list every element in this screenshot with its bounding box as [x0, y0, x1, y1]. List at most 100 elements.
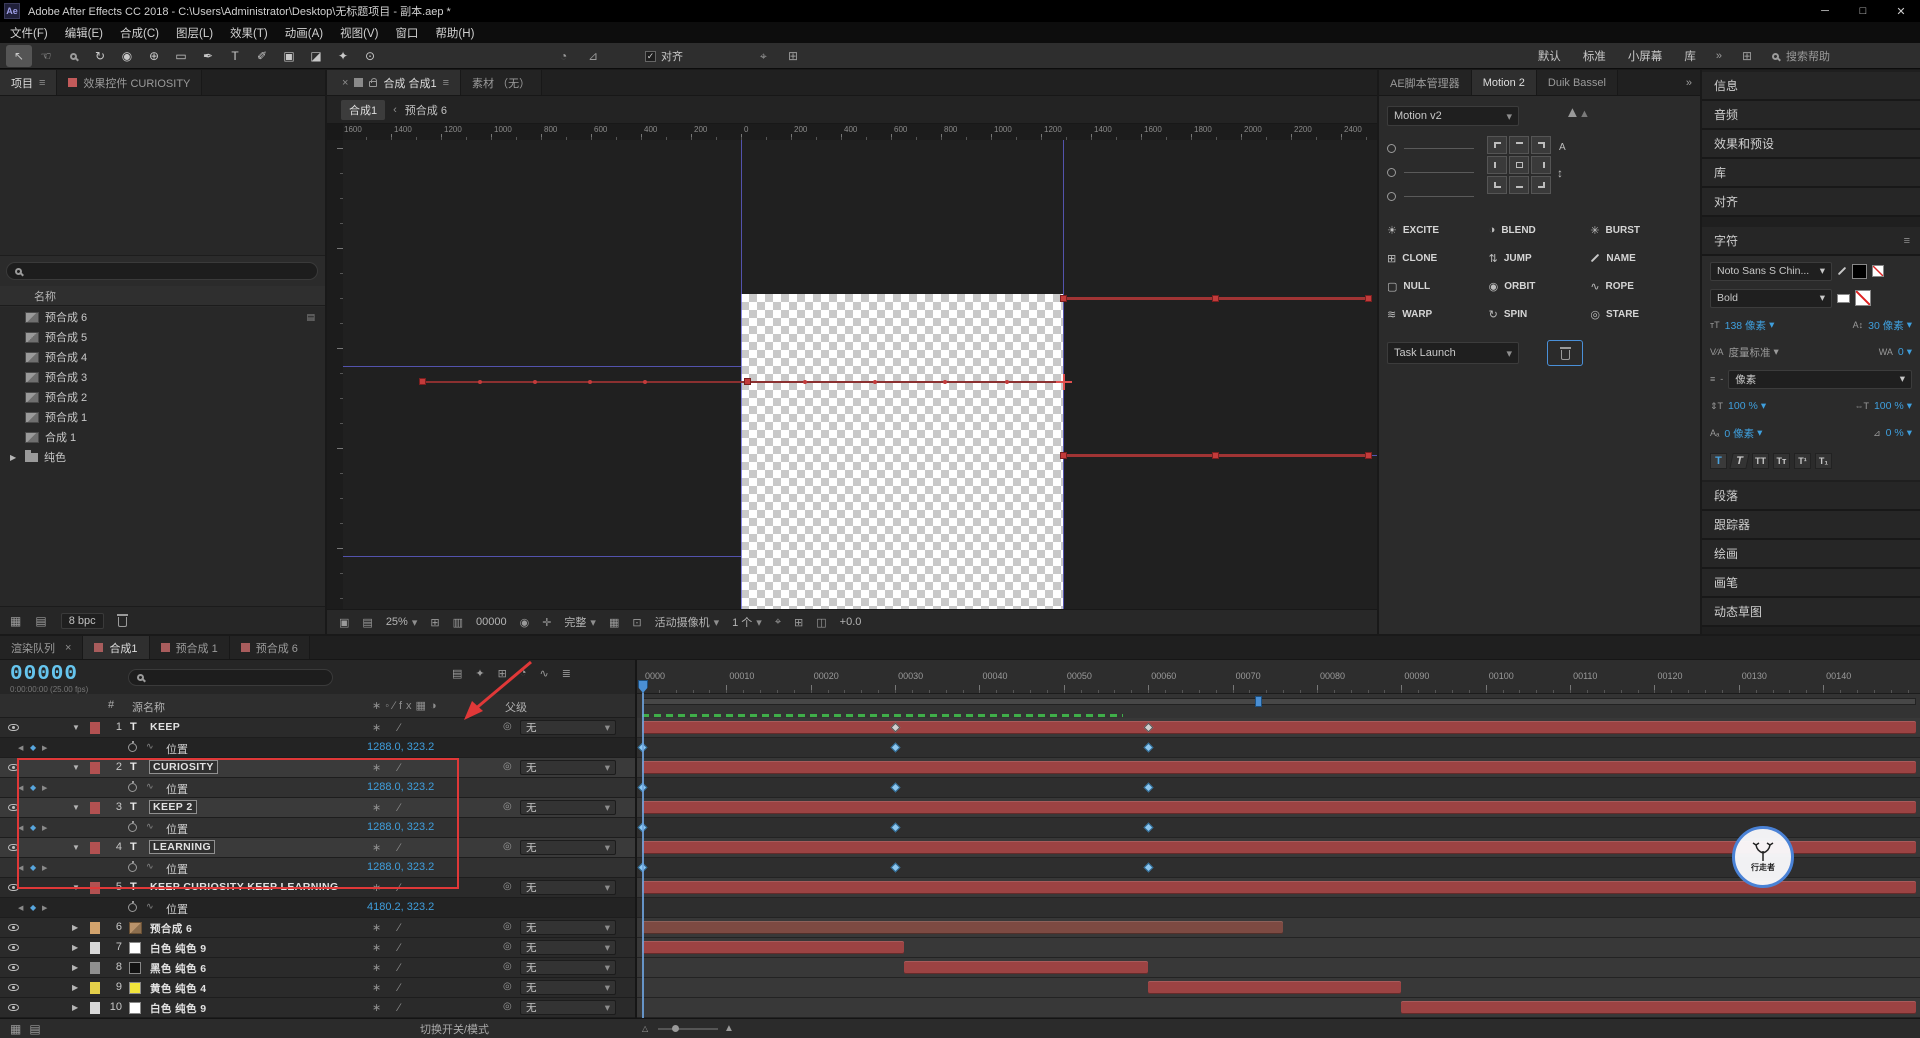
roto-brush-tool[interactable]: ✦ [330, 45, 356, 67]
anchor-t-button[interactable] [1509, 136, 1529, 154]
layer-row[interactable]: ▶ 7 白色 纯色 9 ∗ ∕ ◎ 无 ▾ [0, 938, 1920, 958]
project-item[interactable]: ▶预合成 4 [0, 347, 325, 367]
live-update-icon[interactable]: ✦ [475, 667, 484, 680]
label-color-chip[interactable] [90, 942, 100, 954]
mini-color-swatch[interactable] [1872, 265, 1884, 277]
parent-dropdown[interactable]: 无 ▾ [520, 980, 616, 995]
motion-path-dot[interactable] [588, 380, 592, 384]
motion-path-dot[interactable] [478, 380, 482, 384]
graph-editor-icon[interactable]: ≣ [562, 667, 571, 680]
tab-effect-controls[interactable]: 效果控件 CURIOSITY [57, 70, 203, 95]
anchor-r-button[interactable] [1531, 156, 1551, 174]
playhead-line[interactable] [642, 692, 644, 1018]
faux-bold-button[interactable]: T [1710, 453, 1727, 469]
visibility-eye-icon[interactable] [8, 1004, 19, 1011]
anchor-br-button[interactable] [1531, 176, 1551, 194]
add-keyframe-icon[interactable]: ◆ [30, 743, 36, 752]
layer-handle[interactable] [1365, 295, 1372, 302]
project-item[interactable]: ▶预合成 5 [0, 327, 325, 347]
visibility-eye-icon[interactable] [8, 964, 19, 971]
toggle-switches-modes-button[interactable]: 切换开关/模式 [420, 1021, 489, 1037]
motion-path-dot[interactable] [1005, 380, 1009, 384]
panel-menu-icon[interactable]: ≡ [443, 77, 449, 89]
subscript-button[interactable]: T₁ [1815, 453, 1832, 469]
unit-dropdown[interactable]: 像素 ▾ [1728, 369, 1912, 389]
motion-button-clone[interactable]: ⊞ CLONE [1387, 248, 1489, 268]
layer-duration-bar[interactable] [642, 881, 1916, 894]
fill-color-swatch[interactable] [1852, 263, 1867, 279]
zoom-slider-knob[interactable] [672, 1025, 679, 1032]
fast-previews-icon[interactable]: ⊡ [632, 616, 641, 629]
font-style-dropdown[interactable]: Bold ▾ [1710, 288, 1832, 308]
layer-name[interactable]: 白色 纯色 9 [150, 941, 206, 956]
zoom-in-mountain-icon[interactable]: ▲ [724, 1023, 734, 1034]
panel-menu-icon[interactable]: ≡ [39, 77, 45, 89]
layer-handle[interactable] [1060, 295, 1067, 302]
layer-duration-bar[interactable] [1401, 1001, 1916, 1014]
mountain-large-icon[interactable]: ▲ [1565, 104, 1580, 121]
keyframe[interactable] [890, 782, 901, 793]
layer-row[interactable]: ▶ 6 预合成 6 ∗ ∕ ◎ 无 ▾ [0, 918, 1920, 938]
clone-stamp-tool[interactable]: ▣ [276, 45, 302, 67]
motion-button-spin[interactable]: ↻ SPIN [1489, 304, 1591, 324]
hand-tool[interactable]: ☜ [33, 45, 59, 67]
menu-item-8[interactable]: 帮助(H) [435, 25, 474, 41]
close-icon[interactable]: × [65, 642, 71, 654]
label-color-chip[interactable] [90, 962, 100, 974]
parent-dropdown[interactable]: 无 ▾ [520, 760, 616, 775]
snap-control[interactable]: ✓ 对齐 [645, 48, 683, 64]
motion-button-null[interactable]: ▢ NULL [1387, 276, 1489, 296]
property-value[interactable]: 4180.2, 323.2 [367, 901, 434, 913]
parent-dropdown[interactable]: 无 ▾ [520, 960, 616, 975]
menu-item-4[interactable]: 效果(T) [230, 25, 268, 41]
anchor-tl-button[interactable] [1487, 136, 1507, 154]
timeline-zoom-slider[interactable] [658, 1028, 718, 1030]
property-name[interactable]: 位置 [166, 741, 188, 757]
panel-header-3[interactable]: 库 [1702, 159, 1920, 188]
expand-icon[interactable]: ▶ [72, 963, 78, 972]
shape-options-icon[interactable]: ⊿ [588, 49, 598, 63]
project-item[interactable]: ▶预合成 6▤ [0, 307, 325, 327]
breadcrumb-root[interactable]: 合成1 [341, 99, 386, 120]
crosshair-icon[interactable]: ⌖ [760, 49, 767, 64]
stopwatch-icon[interactable] [128, 901, 137, 912]
horizontal-scale-value[interactable]: 100 % ▾ [1874, 400, 1912, 412]
panel-header-lower-3[interactable]: 画笔 [1702, 569, 1920, 598]
motion-button-orbit[interactable]: ◉ ORBIT [1489, 276, 1591, 296]
draft3d-icon[interactable]: ⊞ [498, 667, 507, 680]
rotation-tool[interactable]: ↻ [87, 45, 113, 67]
visibility-eye-icon[interactable] [8, 924, 19, 931]
layer-row[interactable]: ▶ 8 黑色 纯色 6 ∗ ∕ ◎ 无 ▾ [0, 958, 1920, 978]
delete-task-button[interactable] [1547, 340, 1583, 366]
property-value[interactable]: 1288.0, 323.2 [367, 741, 434, 753]
panel-header-lower-2[interactable]: 绘画 [1702, 540, 1920, 569]
pickwhip-icon[interactable]: ◎ [503, 841, 512, 852]
menu-item-6[interactable]: 视图(V) [340, 25, 378, 41]
task-launch-dropdown[interactable]: Task Launch ▾ [1387, 342, 1519, 364]
prev-keyframe-icon[interactable]: ◀ [18, 904, 23, 912]
pickwhip-icon[interactable]: ◎ [503, 1001, 512, 1012]
workspace-panel-icon[interactable]: ⊞ [1742, 49, 1752, 63]
keyframe[interactable] [1143, 742, 1154, 753]
new-folder-icon[interactable]: ▤ [35, 614, 46, 628]
render-network-icon[interactable]: ▦ [10, 1022, 21, 1036]
anchor-axis-arrow-icon[interactable]: ↕ [1557, 166, 1563, 180]
visibility-eye-icon[interactable] [8, 944, 19, 951]
brush-tool[interactable]: ✐ [249, 45, 275, 67]
motion-path-keyframe-handle[interactable] [744, 378, 751, 385]
workspace-3[interactable]: 库 [1684, 48, 1696, 64]
tsume-value[interactable]: 0 % ▾ [1886, 427, 1912, 439]
lock-icon[interactable] [369, 78, 378, 87]
layer-duration-bar[interactable] [903, 961, 1149, 974]
expand-icon[interactable]: ▶ [72, 943, 78, 952]
exposure-icon[interactable]: ◫ [816, 616, 826, 629]
workspace-0[interactable]: 默认 [1538, 48, 1561, 64]
label-color-chip[interactable] [90, 1002, 100, 1014]
help-search[interactable]: 搜索帮助 [1772, 48, 1830, 64]
next-keyframe-icon[interactable]: ▶ [42, 904, 47, 912]
layer-handle[interactable] [1060, 452, 1067, 459]
motion-button-burst[interactable]: ✳ BURST [1590, 220, 1692, 240]
source-name-column-header[interactable]: 源名称 [132, 699, 165, 715]
keyframe[interactable] [890, 862, 901, 873]
motion-button-blend[interactable]: ◑ BLEND [1489, 220, 1591, 240]
